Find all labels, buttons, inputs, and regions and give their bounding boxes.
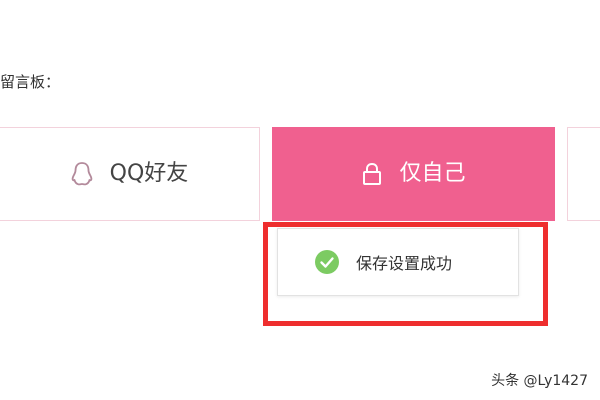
toast-message: 保存设置成功 (356, 254, 453, 273)
qq-penguin-icon (70, 161, 94, 187)
option-partial[interactable] (567, 127, 600, 221)
message-board-label: 留言板： (0, 73, 61, 91)
privacy-settings-panel: 留言板： QQ好友 仅自己 保存设置成功 头条 @Ly1427 (0, 0, 600, 400)
watermark: 头条 @Ly1427 (491, 373, 588, 389)
option-qq-friends-label: QQ好友 (109, 161, 189, 186)
option-only-me[interactable]: 仅自己 (272, 127, 555, 221)
option-only-me-label: 仅自己 (399, 161, 466, 186)
option-qq-friends[interactable]: QQ好友 (0, 127, 260, 221)
check-circle-icon (315, 250, 339, 274)
save-success-toast: 保存设置成功 (277, 228, 519, 296)
lock-icon (361, 162, 383, 186)
